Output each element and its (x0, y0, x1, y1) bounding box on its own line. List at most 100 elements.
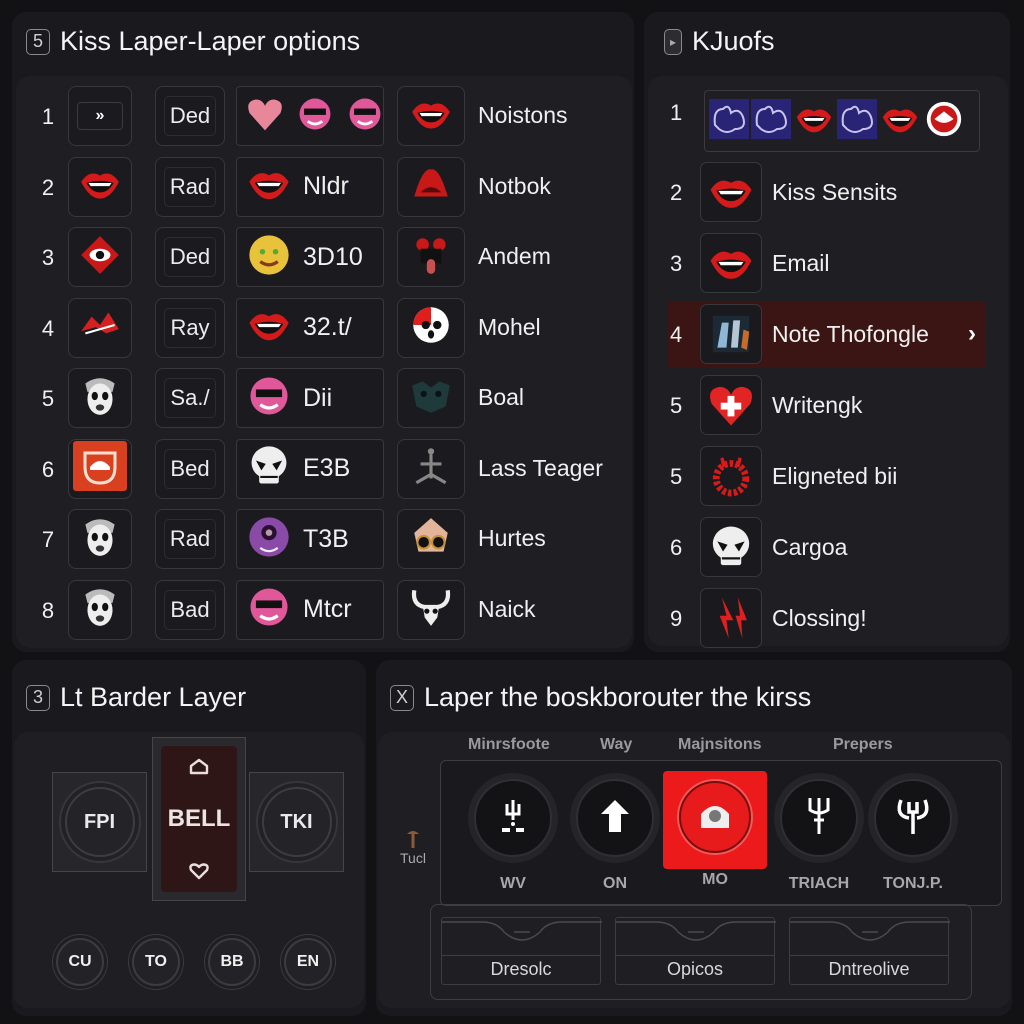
preset-button[interactable]: Dresolc (441, 917, 602, 985)
row-combo[interactable] (236, 86, 384, 146)
skip-forward-icon: » (77, 102, 123, 130)
bell-column: BELL (152, 737, 246, 901)
row-combo[interactable]: Mtcr (236, 579, 384, 640)
knob-dial[interactable] (679, 781, 751, 853)
icon-strip[interactable] (704, 90, 980, 152)
list-item[interactable]: 3 Email (648, 231, 1008, 297)
row-combo[interactable]: Nldr (236, 156, 384, 217)
blue-flower-icon[interactable] (837, 98, 877, 144)
knob-row: WV ON MO TRIACH TONJ.P. (440, 760, 1002, 906)
list-item[interactable]: 6 Cargoa (648, 515, 1008, 581)
row-icon-button[interactable]: » (68, 86, 132, 146)
knob-tonjp[interactable]: TONJ.P. (865, 771, 961, 901)
row-icon-button[interactable] (68, 368, 132, 428)
row-combo[interactable]: T3B (236, 509, 384, 569)
row-label-button[interactable]: Rad (155, 156, 225, 217)
row-icon-button[interactable] (68, 579, 132, 640)
row-combo[interactable]: Dii (236, 368, 384, 428)
row-number: 4 (670, 322, 683, 347)
skull-icon (700, 517, 762, 577)
row-combo[interactable]: E3B (236, 438, 384, 499)
row-icon-button[interactable] (68, 438, 132, 499)
row-label-button[interactable]: Ded (155, 227, 225, 287)
row-secondary-icon[interactable] (397, 368, 465, 428)
bell-button[interactable]: BELL (161, 746, 237, 892)
heart-down-icon[interactable] (188, 862, 210, 880)
row-number: 5 (670, 393, 683, 418)
lips-icon[interactable] (879, 98, 921, 145)
round-button[interactable]: EN (284, 938, 332, 986)
purple-creature-icon (245, 513, 293, 566)
knob-dial[interactable] (576, 779, 654, 857)
row-icon-button[interactable] (68, 509, 132, 569)
knob-on[interactable]: ON (567, 771, 663, 901)
row-secondary-icon[interactable] (397, 86, 465, 146)
row-label-button[interactable]: Rad (155, 509, 225, 569)
option-row[interactable]: 5 Sa./ Dii Boal (16, 368, 632, 430)
knob-triach[interactable]: TRIACH (771, 771, 867, 901)
list-item[interactable]: 4 Note Thofongle › (668, 302, 986, 368)
lips-ring-icon[interactable] (923, 98, 965, 145)
round-button[interactable]: TO (132, 938, 180, 986)
tool-button[interactable]: Tucl (400, 828, 426, 866)
option-row[interactable]: 6 Bed E3B Lass Teager (16, 438, 632, 501)
list-item[interactable]: 9 Clossing! (648, 586, 1008, 652)
horned-skull-icon (408, 584, 454, 635)
left-tile[interactable]: FPI (52, 772, 147, 872)
row-number: 5 (41, 386, 55, 411)
knob-mo[interactable]: MO (663, 771, 767, 888)
blue-flower-icon[interactable] (709, 98, 749, 144)
row-combo[interactable]: 3D10 (236, 227, 384, 287)
row-secondary-icon[interactable] (397, 509, 465, 569)
option-row[interactable]: 7 Rad T3B Hurtes (16, 509, 632, 571)
blue-flower-icon[interactable] (751, 98, 791, 144)
list-item-strip[interactable]: 1 (648, 80, 1008, 156)
option-row[interactable]: 8 Bad Mtcr Naick (16, 579, 632, 642)
row-icon-button[interactable] (68, 227, 132, 287)
chevron-right-icon[interactable]: › (968, 320, 976, 348)
list-item[interactable]: 5 Writengk (648, 373, 1008, 439)
preset-button[interactable]: Dntreolive (789, 917, 950, 985)
row-label-button[interactable]: Bad (155, 579, 225, 640)
preset-row: Dresolc Opicos Dntreolive (430, 904, 972, 1000)
mushroom-tool-icon (406, 831, 419, 848)
heart-icon (245, 94, 285, 139)
list-item[interactable]: 5 Eligneted bii (648, 444, 1008, 510)
row-combo[interactable]: 32.t/ (236, 297, 384, 358)
column-header: Majnsitons (678, 736, 762, 753)
preset-button[interactable]: Opicos (615, 917, 776, 985)
option-row[interactable]: 2 Rad Nldr Notbok (16, 156, 632, 219)
close-icon[interactable]: X (390, 684, 414, 711)
row-secondary-icon[interactable] (397, 156, 465, 217)
row-icon-button[interactable] (68, 156, 132, 217)
row-label-button[interactable]: Bed (155, 438, 225, 499)
router-title-text: Laper the boskborouter the kirss (424, 682, 812, 712)
row-label-button[interactable]: Ded (155, 86, 225, 146)
row-label-button[interactable]: Ray (155, 297, 225, 358)
option-row[interactable]: 1 » Ded Noistons (16, 86, 632, 148)
round-button[interactable]: BB (208, 938, 256, 986)
preset-label: Opicos (666, 959, 724, 979)
row-secondary-icon[interactable] (397, 579, 465, 640)
knob-wv[interactable]: WV (465, 771, 561, 901)
knob-dial[interactable] (874, 779, 952, 857)
white-face-icon (77, 373, 123, 424)
row-secondary-icon[interactable] (397, 297, 465, 358)
lips-icon[interactable] (793, 98, 835, 145)
house-up-icon[interactable] (188, 758, 210, 776)
round-button[interactable]: CU (56, 938, 104, 986)
option-row[interactable]: 4 Ray 32.t/Mohel (16, 297, 632, 360)
knob-dial[interactable] (780, 779, 858, 857)
skull-icon (245, 442, 293, 495)
row-secondary-icon[interactable] (397, 227, 465, 287)
knob-dial[interactable] (474, 779, 552, 857)
option-row[interactable]: 3 Ded 3D10 Andem (16, 227, 632, 289)
row-name: Boal (478, 384, 525, 410)
row-label-button[interactable]: Sa./ (155, 368, 225, 428)
row-number: 5 (670, 464, 683, 489)
row-icon-button[interactable] (68, 297, 132, 358)
right-tile[interactable]: TKI (249, 772, 344, 872)
row-label: Bed (164, 448, 216, 489)
row-secondary-icon[interactable] (397, 438, 465, 499)
list-item[interactable]: 2 Kiss Sensits (648, 160, 1008, 226)
